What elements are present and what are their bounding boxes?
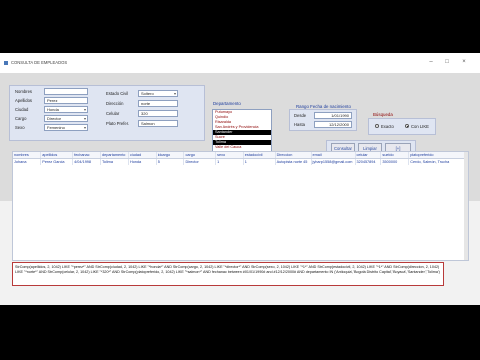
close-icon[interactable]: × <box>457 57 471 67</box>
results-table: nombres apellidos fechanac departamento ciud… <box>13 152 468 165</box>
rango-fecha-panel: Desde 1/01/1990 Hasta 12/12/2000 <box>289 109 357 131</box>
sexo-label: Sexo <box>15 125 25 130</box>
estado-civil-value: Soltero <box>141 91 154 96</box>
table-cell: Johana <box>13 158 42 165</box>
app-window: CONSULTA DE EMPLEADOS – □ × Nombres Apel… <box>0 53 480 305</box>
apellidos-input[interactable]: Perez <box>44 97 88 104</box>
direccion-input[interactable]: norte <box>138 100 178 107</box>
table-cell: 1 <box>243 158 276 165</box>
maximize-icon[interactable]: □ <box>440 57 454 67</box>
celular-input[interactable]: 320 <box>138 110 178 117</box>
nombres-label: Nombres <box>15 89 32 94</box>
app-icon <box>4 61 8 65</box>
grid-vertical-scrollbar[interactable] <box>464 152 468 260</box>
busqueda-panel: Exacto Con LIKE <box>368 118 436 135</box>
hasta-label: Hasta <box>294 122 305 127</box>
departamento-listbox[interactable]: Putumayo Quindío Risaralda San Andrés y Pro… <box>212 109 272 155</box>
sql-output-text: StrComp(apellidos, 2, 1042) LIKE "*perez… <box>12 262 444 286</box>
plato-input[interactable]: Salmon <box>138 120 178 127</box>
table-cell: jyharp1558@gmail.com <box>311 158 356 165</box>
sexo-value: Femenino <box>47 125 65 130</box>
plato-label: Plato Prefer. <box>106 121 130 126</box>
departamento-option[interactable]: Valle del Cauca <box>213 145 271 150</box>
sexo-select[interactable]: Femenino <box>44 124 88 131</box>
estado-civil-select[interactable]: Soltero <box>138 90 178 97</box>
table-cell: 4/04/1998 <box>72 158 101 165</box>
window-title: CONSULTA DE EMPLEADOS <box>11 60 68 65</box>
cargo-label: Cargo <box>15 116 27 121</box>
table-cell: Autopista norte 45 <box>275 158 312 165</box>
direccion-label: Dirección <box>106 101 124 106</box>
ciudad-label: Ciudad <box>15 107 29 112</box>
table-cell: 1 <box>215 158 244 165</box>
exacto-label: Exacto <box>381 124 394 129</box>
results-grid[interactable]: nombres apellidos fechanac departamento ciud… <box>12 151 469 261</box>
departamento-label: Departamento <box>213 101 241 106</box>
table-cell: 320457894 <box>355 158 382 165</box>
minimize-icon[interactable]: – <box>424 57 438 67</box>
cargo-select[interactable]: Director <box>44 115 88 122</box>
busqueda-label: Búsqueda <box>373 112 393 117</box>
radio-exacto[interactable] <box>375 124 379 128</box>
table-row[interactable]: Johana Perez Garcia 4/04/1998 Tolima Honda 5 D… <box>13 158 468 165</box>
table-cell: Director <box>183 158 217 165</box>
celular-label: Celular <box>106 111 120 116</box>
fields-panel: Nombres Apellidos Perez Ciudad Honda Car… <box>9 85 205 141</box>
table-cell: Tolima <box>100 158 129 165</box>
table-cell: Honda <box>128 158 157 165</box>
table-cell: Cerdo, Salmón, Trucha <box>408 158 468 165</box>
con-like-label: Con LIKE <box>411 124 429 129</box>
apellidos-label: Apellidos <box>15 98 32 103</box>
title-bar: CONSULTA DE EMPLEADOS – □ × <box>0 53 480 74</box>
nombres-input[interactable] <box>44 88 88 95</box>
desde-input[interactable]: 1/01/1990 <box>314 112 352 119</box>
table-body: Johana Perez Garcia 4/04/1998 Tolima Honda 5 D… <box>13 158 468 165</box>
desde-label: Desde <box>294 113 307 118</box>
table-cell: Perez Garcia <box>40 158 74 165</box>
table-cell: 3500000 <box>380 158 410 165</box>
ciudad-select[interactable]: Honda <box>44 106 88 113</box>
hasta-input[interactable]: 12/12/2000 <box>314 121 352 128</box>
radio-con-like[interactable] <box>405 124 409 128</box>
table-cell: 5 <box>156 158 185 165</box>
ciudad-value: Honda <box>47 107 59 112</box>
estado-civil-label: Estado Civil <box>106 91 129 96</box>
cargo-value: Director <box>47 116 62 121</box>
